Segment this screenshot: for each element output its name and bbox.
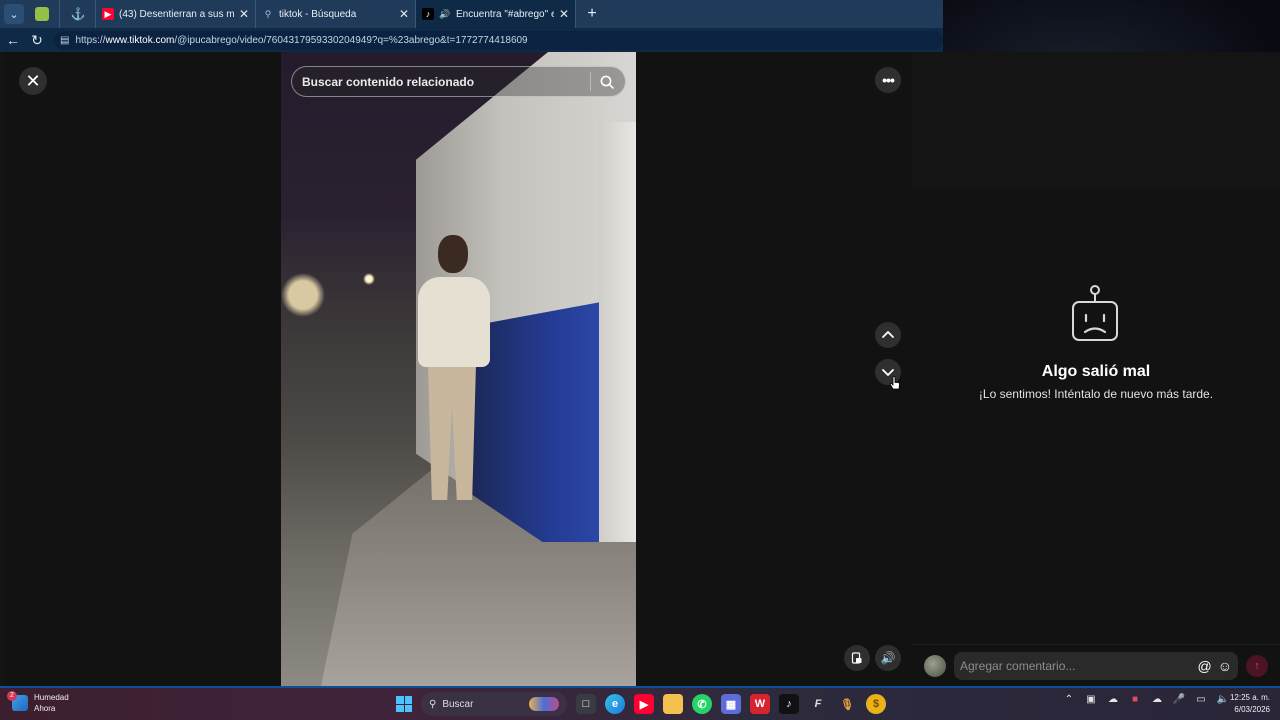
comment-input[interactable]: Agregar comentario... @ ☺ — [954, 651, 1238, 680]
windows-taskbar: 2 Humedad Ahora ⚲ Buscar □ e ▶ ✆ ▦ W ♪ F… — [0, 686, 1280, 720]
site-info-icon[interactable]: ▤ — [60, 35, 69, 46]
taskbar-search[interactable]: ⚲ Buscar — [421, 692, 567, 716]
avatar[interactable] — [924, 654, 946, 677]
previous-video-chevron-up-icon[interactable] — [875, 322, 901, 348]
related-search-placeholder: Buscar contenido relacionado — [302, 74, 475, 89]
error-title: Algo salió mal — [1041, 363, 1151, 380]
anchor-icon: ⚓ — [70, 7, 86, 21]
notification-badge: 2 — [7, 691, 17, 701]
search-divider — [590, 72, 591, 91]
search-icon: ⚲ — [429, 698, 437, 710]
windows-start-icon[interactable] — [396, 696, 412, 712]
refresh-icon[interactable]: ↻ — [26, 29, 48, 51]
more-options-icon[interactable]: ••• — [875, 67, 901, 93]
tiktok-app-icon[interactable]: ♪ — [779, 694, 799, 714]
task-view-icon[interactable]: □ — [576, 694, 596, 714]
emoji-icon[interactable]: ☺ — [1218, 658, 1232, 674]
video-viewer: ✕ Buscar contenido relacionado ••• 🔊 — [4, 52, 912, 686]
microsoft-store-icon[interactable]: ▦ — [721, 694, 741, 714]
mention-at-icon[interactable]: @ — [1197, 658, 1211, 674]
tab-title: Encuentra "#abrego" en TikTok — [456, 8, 554, 20]
tab-title: tiktok - Búsqueda — [279, 8, 357, 20]
tray-app-icon[interactable]: ▣ — [1084, 692, 1098, 706]
search-icon: ⚲ — [264, 9, 272, 19]
url-scheme: https:// — [75, 34, 106, 46]
related-search-input[interactable]: Buscar contenido relacionado — [291, 66, 626, 97]
youtube-app-icon[interactable]: ▶ — [634, 694, 654, 714]
weather-subtitle: Ahora — [34, 704, 56, 713]
tab-close-icon[interactable]: ✕ — [399, 7, 409, 21]
tab-close-icon[interactable]: ✕ — [559, 7, 569, 21]
file-explorer-icon[interactable] — [663, 694, 683, 714]
tab-title: (43) Desentierran a sus muertos p — [119, 8, 234, 20]
whatsapp-icon[interactable]: ✆ — [692, 694, 712, 714]
video-person-body — [418, 277, 490, 367]
shopify-bag-icon — [34, 7, 49, 21]
video-blue-wall — [471, 302, 601, 542]
sad-robot-error-icon — [1072, 285, 1118, 341]
tab-close-icon[interactable]: ✕ — [239, 7, 249, 21]
tray-pdf-icon[interactable]: ■ — [1128, 692, 1142, 706]
browser-tab-bar: ⌄ ⚓ ▶ (43) Desentierran a sus muertos p … — [0, 0, 943, 28]
video-street-lights — [281, 247, 391, 327]
clock-time: 12:25 a. m. — [1229, 693, 1270, 702]
back-arrow-icon[interactable]: ← — [2, 29, 24, 51]
error-message: ¡Lo sentimos! Inténtalo de nuevo más tar… — [978, 387, 1214, 401]
microphone-icon[interactable]: 🎤 — [1172, 692, 1186, 706]
edge-browser-icon[interactable]: e — [605, 694, 625, 714]
volume-icon[interactable]: 🔊 — [875, 645, 901, 671]
comment-placeholder: Agregar comentario... — [960, 658, 1076, 673]
pinned-tab-anchor[interactable]: ⚓ — [60, 0, 96, 28]
tiktok-page: ✕ Buscar contenido relacionado ••• 🔊 Alg… — [0, 52, 1280, 686]
url-text: https://www.tiktok.com/@ipucabrego/video… — [75, 35, 527, 46]
tray-cloud-icon[interactable]: ☁ — [1106, 692, 1120, 706]
clock-date: 6/03/2026 — [1234, 705, 1270, 714]
tiktok-icon: ♪ — [422, 8, 434, 20]
floating-player-icon[interactable] — [844, 645, 870, 671]
speaker-icon[interactable]: 🔊 — [439, 8, 451, 20]
search-highlight-image — [529, 697, 559, 711]
mic-recorder-icon[interactable]: 🎙 — [837, 694, 857, 714]
url-path: /@ipucabrego/video/7604317959330204949?q… — [174, 34, 528, 46]
taskbar-search-label: Buscar — [442, 698, 474, 710]
tab-tiktok-active[interactable]: ♪ 🔊 Encuentra "#abrego" en TikTok ✕ — [416, 0, 576, 28]
new-tab-plus-icon[interactable]: + — [580, 2, 604, 26]
show-hidden-icons-chevron-up-icon[interactable]: ⌃ — [1062, 692, 1076, 706]
close-icon[interactable]: ✕ — [19, 67, 47, 95]
tab-youtube[interactable]: ▶ (43) Desentierran a sus muertos p ✕ — [96, 0, 256, 28]
send-comment-arrow-up-icon[interactable]: ↑ — [1246, 654, 1268, 677]
video-player[interactable] — [281, 52, 636, 686]
youtube-icon: ▶ — [102, 8, 114, 20]
clock[interactable]: 12:25 a. m. 6/03/2026 — [1222, 692, 1270, 716]
search-icon[interactable] — [599, 74, 615, 90]
tab-search[interactable]: ⚲ tiktok - Búsqueda ✕ — [256, 0, 416, 28]
humidity-icon: 2 — [7, 691, 28, 711]
comment-bar: Agregar comentario... @ ☺ ↑ — [912, 644, 1280, 686]
wps-office-icon[interactable]: W — [750, 694, 770, 714]
address-bar-row: ← ↻ ▤ https://www.tiktok.com/@ipucabrego… — [0, 28, 943, 52]
coin-app-icon[interactable]: $ — [866, 694, 886, 714]
tray-onedrive-icon[interactable]: ☁ — [1150, 692, 1164, 706]
comments-panel: Algo salió mal ¡Lo sentimos! Inténtalo d… — [912, 189, 1280, 686]
taskbar-apps: ⚲ Buscar □ e ▶ ✆ ▦ W ♪ F 🎙 $ — [396, 690, 886, 718]
url-host: www.tiktok.com — [105, 34, 175, 46]
tab-actions-chevron-icon[interactable]: ⌄ — [4, 4, 24, 24]
weather-text: Humedad Ahora — [34, 692, 69, 714]
video-door — [599, 122, 636, 542]
pinned-tab-shopify[interactable] — [24, 0, 60, 28]
network-icon[interactable]: ▭ — [1194, 692, 1208, 706]
weather-widget[interactable]: 2 Humedad Ahora — [7, 691, 69, 714]
weather-title: Humedad — [34, 693, 69, 702]
hand-pointer-cursor-icon — [889, 376, 900, 390]
f-app-icon[interactable]: F — [808, 694, 828, 714]
video-person-head — [438, 235, 468, 273]
url-field[interactable]: ▤ https://www.tiktok.com/@ipucabrego/vid… — [54, 30, 943, 50]
system-tray: ⌃ ▣ ☁ ■ ☁ 🎤 ▭ 🔈 — [1062, 692, 1230, 706]
screen: ⌄ ⚓ ▶ (43) Desentierran a sus muertos p … — [0, 0, 1280, 720]
